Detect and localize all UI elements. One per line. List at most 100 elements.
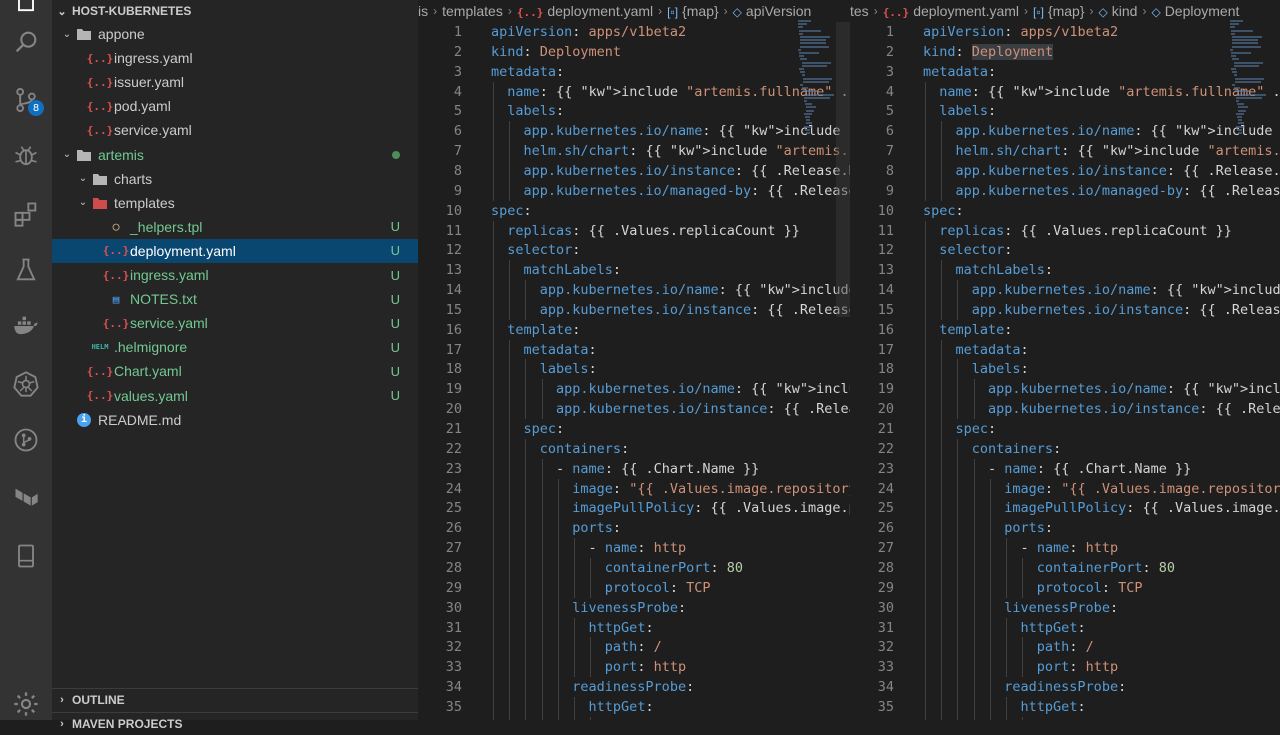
code-line[interactable]: 25 imagePullPolicy: {{ .Values.image.pul… <box>850 498 1280 519</box>
tree-item[interactable]: ◯ _helpers.tpl U <box>52 215 418 239</box>
code-line[interactable]: 27 - name: http <box>850 538 1280 559</box>
tree-item[interactable]: ⌄ templates <box>52 191 418 215</box>
code-line[interactable]: 11 replicas: {{ .Values.replicaCount }} <box>850 220 1280 241</box>
code-line[interactable]: 32 path: / <box>418 637 850 658</box>
extensions-icon[interactable] <box>10 198 42 230</box>
code-line[interactable]: 23 - name: {{ .Chart.Name }} <box>850 458 1280 479</box>
code-line[interactable]: 29 protocol: TCP <box>418 577 850 598</box>
code-line[interactable]: 33 port: http <box>850 657 1280 678</box>
code-line[interactable]: 30 livenessProbe: <box>850 597 1280 618</box>
tree-item[interactable]: {..} issuer.yaml <box>52 70 418 94</box>
breadcrumb-item[interactable]: [▫] {map} <box>1033 3 1085 19</box>
code-line[interactable]: 14 app.kubernetes.io/name: {{ "kw">inclu… <box>418 280 850 301</box>
breadcrumb-item[interactable]: ◇ Deployment <box>1151 3 1239 19</box>
code-line[interactable]: 20 app.kubernetes.io/instance: {{ .Relea… <box>418 399 850 420</box>
code-line[interactable]: 17 metadata: <box>850 339 1280 360</box>
code-line[interactable]: 4 name: {{ "kw">include "artemis.fullnam… <box>418 81 850 102</box>
code-line[interactable]: 25 imagePullPolicy: {{ .Values.image.pul… <box>418 498 850 519</box>
tree-item[interactable]: {..} values.yaml U <box>52 384 418 408</box>
code-line[interactable]: 23 - name: {{ .Chart.Name }} <box>418 458 850 479</box>
code-line[interactable]: 28 containerPort: 80 <box>850 557 1280 578</box>
explorer-icon[interactable] <box>10 0 42 18</box>
code-line[interactable]: 28 containerPort: 80 <box>418 557 850 578</box>
code-line[interactable]: 18 labels: <box>418 359 850 380</box>
kubernetes-icon[interactable] <box>10 368 42 400</box>
tree-item[interactable]: {..} ingress.yaml <box>52 46 418 70</box>
code-line[interactable]: 12 selector: <box>418 240 850 261</box>
code-line[interactable]: 11 replicas: {{ .Values.replicaCount }} <box>418 220 850 241</box>
code-line[interactable]: 22 containers: <box>418 438 850 459</box>
code-line[interactable]: 13 matchLabels: <box>418 260 850 281</box>
git-graph-icon[interactable] <box>10 424 42 456</box>
code-line[interactable]: 26 ports: <box>850 518 1280 539</box>
breadcrumb-item[interactable]: ◇ kind <box>1099 3 1138 19</box>
code-line[interactable]: 24 image: "{{ .Values.image.repository }… <box>850 478 1280 499</box>
code-line[interactable]: 32 path: / <box>850 637 1280 658</box>
code-line[interactable]: 27 - name: http <box>418 538 850 559</box>
minimap[interactable] <box>798 20 836 320</box>
code-line[interactable]: 4 name: {{ "kw">include "artemis.fullnam… <box>850 81 1280 102</box>
breadcrumb-item[interactable]: {..} deployment.yaml <box>883 3 1019 19</box>
code-line[interactable]: 19 app.kubernetes.io/name: {{ "kw">inclu… <box>850 379 1280 400</box>
code-line[interactable]: 3 metadata: <box>418 62 850 82</box>
tree-item[interactable]: ▤ NOTES.txt U <box>52 287 418 311</box>
code-line[interactable]: 21 spec: <box>850 419 1280 439</box>
search-icon[interactable] <box>10 26 42 58</box>
scrollbar[interactable] <box>836 22 850 317</box>
test-flask-icon[interactable] <box>10 254 42 286</box>
code-line[interactable]: 15 app.kubernetes.io/instance: {{ .Relea… <box>418 299 850 320</box>
explorer-root-header[interactable]: ⌄ HOST-KUBERNETES <box>52 0 418 22</box>
tree-item[interactable]: {..} service.yaml U <box>52 311 418 335</box>
code-line[interactable]: 20 app.kubernetes.io/instance: {{ .Relea… <box>850 399 1280 420</box>
tree-item[interactable]: i README.md <box>52 408 418 432</box>
terraform-icon[interactable] <box>10 482 42 514</box>
breadcrumb-item[interactable]: [▫] {map} <box>667 3 719 19</box>
code-line[interactable]: 24 image: "{{ .Values.image.repository }… <box>418 478 850 499</box>
code-line[interactable]: 18 labels: <box>850 359 1280 380</box>
outline-header[interactable]: › OUTLINE <box>52 688 418 711</box>
code-line[interactable]: 12 selector: <box>850 240 1280 261</box>
code-line[interactable]: 13 matchLabels: <box>850 260 1280 281</box>
code-line[interactable]: 1 apiVersion: apps/v1beta2 <box>418 22 850 42</box>
editor-left[interactable]: is › templates › {..} deployment.yaml › [▫] {map… <box>418 0 850 720</box>
code-line[interactable]: 33 port: http <box>418 657 850 678</box>
gear-icon[interactable] <box>10 688 42 720</box>
code-line[interactable]: 5 labels: <box>418 101 850 122</box>
code-line[interactable]: 5 labels: <box>850 101 1280 122</box>
code-line[interactable]: 15 app.kubernetes.io/instance: {{ .Relea… <box>850 299 1280 320</box>
code-line[interactable]: 35 httpGet: <box>418 696 850 717</box>
code-line[interactable]: 10 spec: <box>418 201 850 221</box>
device-icon[interactable] <box>10 540 42 572</box>
code-line[interactable]: 10 spec: <box>850 201 1280 221</box>
editor-right[interactable]: tes › {..} deployment.yaml › [▫] {map} › ◇ kind › ◇… <box>850 0 1280 720</box>
code-line[interactable]: 17 metadata: <box>418 339 850 360</box>
code-line[interactable]: 1 apiVersion: apps/v1beta2 <box>850 22 1280 42</box>
breadcrumb-item[interactable]: tes <box>850 3 869 19</box>
code-line[interactable]: 29 protocol: TCP <box>850 577 1280 598</box>
code-line[interactable]: 6 app.kubernetes.io/name: {{ "kw">includ… <box>850 121 1280 142</box>
code-line[interactable]: 6 app.kubernetes.io/name: {{ "kw">includ… <box>418 121 850 142</box>
breadcrumb-item[interactable]: {..} deployment.yaml <box>517 3 653 19</box>
code-line[interactable]: 2 kind: Deployment <box>850 42 1280 62</box>
tree-item[interactable]: HELM .helmignore U <box>52 335 418 359</box>
tree-item[interactable]: {..} ingress.yaml U <box>52 263 418 287</box>
breadcrumb-item[interactable]: templates <box>442 3 503 19</box>
code-line[interactable]: 16 template: <box>850 319 1280 340</box>
code-line[interactable]: 8 app.kubernetes.io/instance: {{ .Releas… <box>418 160 850 181</box>
code-line[interactable]: 19 app.kubernetes.io/name: {{ "kw">inclu… <box>418 379 850 400</box>
code-line[interactable]: 31 httpGet: <box>418 617 850 638</box>
code-line[interactable]: 26 ports: <box>418 518 850 539</box>
code-line[interactable]: 9 app.kubernetes.io/managed-by: {{ .Rele… <box>850 180 1280 201</box>
tree-item[interactable]: ⌄ charts <box>52 167 418 191</box>
tree-item[interactable]: {..} Chart.yaml U <box>52 359 418 383</box>
code-line[interactable]: 21 spec: <box>418 419 850 439</box>
tree-item[interactable]: ⌄ appone <box>52 22 418 46</box>
minimap[interactable] <box>1230 20 1268 320</box>
tree-item[interactable]: {..} service.yaml <box>52 118 418 142</box>
code-line[interactable]: 7 helm.sh/chart: {{ "kw">include "artemi… <box>418 141 850 162</box>
code-line[interactable]: 3 metadata: <box>850 62 1280 82</box>
code-line[interactable]: 2 kind: Deployment <box>418 42 850 62</box>
docker-icon[interactable] <box>10 310 42 342</box>
code-line[interactable]: 31 httpGet: <box>850 617 1280 638</box>
debug-icon[interactable] <box>10 140 42 172</box>
